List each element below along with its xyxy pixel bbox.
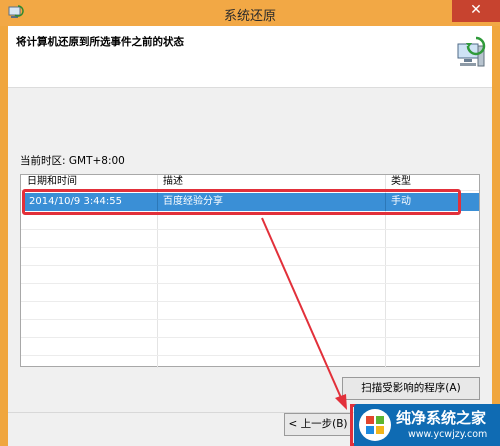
header-band: 将计算机还原到所选事件之前的状态 (8, 26, 492, 88)
row-divider (21, 229, 479, 230)
row-divider (21, 319, 479, 320)
scan-affected-programs-button[interactable]: 扫描受影响的程序(A) (342, 377, 480, 400)
watermark-title: 纯净系统之家 (396, 409, 487, 427)
row-divider (21, 265, 479, 266)
header-title: 将计算机还原到所选事件之前的状态 (16, 36, 184, 48)
back-button[interactable]: < 上一步(B) (284, 413, 352, 436)
watermark: 纯净系统之家 www.ycwjzy.com (354, 404, 500, 446)
column-header-datetime[interactable]: 日期和时间 (23, 175, 77, 189)
row-divider (21, 283, 479, 284)
column-header-description[interactable]: 描述 (159, 175, 183, 189)
title-bar: 系统还原 ✕ (0, 0, 500, 26)
row-divider (21, 337, 479, 338)
system-restore-computer-icon (457, 36, 486, 67)
row-divider (21, 301, 479, 302)
timezone-label: 当前时区: GMT+8:00 (20, 155, 125, 167)
row-divider (21, 355, 479, 356)
close-button[interactable]: ✕ (452, 0, 500, 22)
annotation-highlight-box (22, 189, 461, 215)
windows-logo-icon (359, 409, 391, 441)
row-divider (21, 247, 479, 248)
watermark-url: www.ycwjzy.com (408, 429, 488, 440)
column-header-type[interactable]: 类型 (387, 175, 411, 189)
system-restore-window: 将计算机还原到所选事件之前的状态 当前时区: GMT+8:00 日期和时间 描述… (8, 26, 492, 446)
window-title: 系统还原 (223, 9, 276, 24)
